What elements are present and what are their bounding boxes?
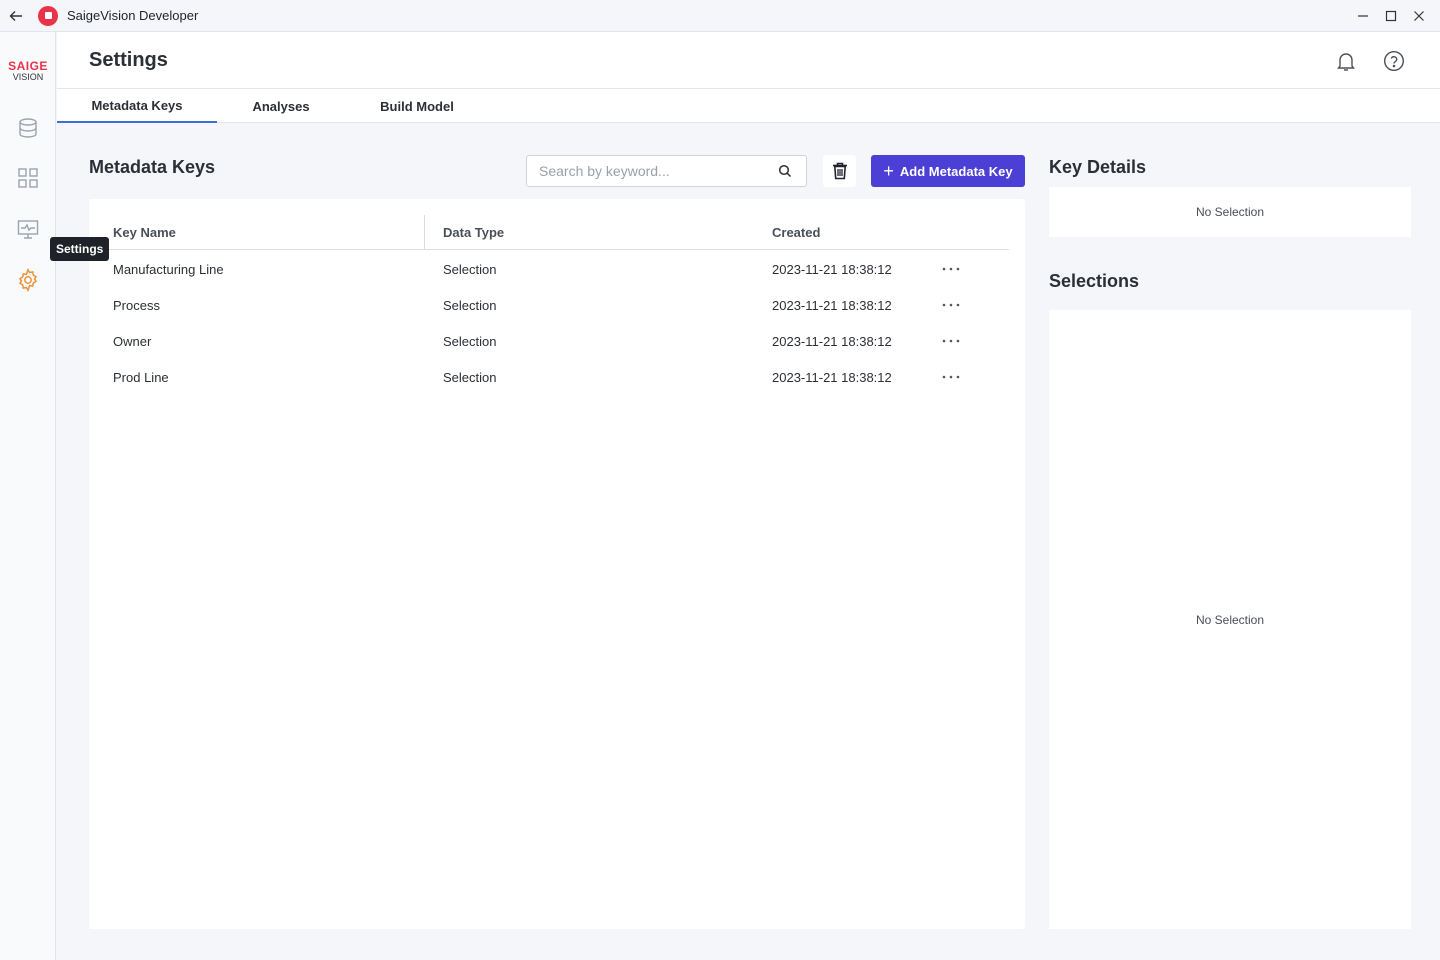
grid-icon[interactable] [14,164,42,192]
minimize-icon[interactable] [1349,0,1377,32]
key-details-empty-text: No Selection [1195,205,1265,219]
trash-icon [832,162,847,180]
cell-created: 2023-11-21 18:38:12 [772,297,892,313]
search-input[interactable] [539,157,769,185]
column-header-created[interactable]: Created [772,215,820,250]
cell-created: 2023-11-21 18:38:12 [772,333,892,349]
add-metadata-key-button[interactable]: + Add Metadata Key [871,155,1025,187]
help-icon[interactable] [1381,48,1407,74]
cell-data-type: Selection [443,369,497,385]
logo-sub: VISION [12,72,44,82]
cell-key-name: Process [113,297,160,313]
table-row[interactable]: Manufacturing Line Selection 2023-11-21 … [105,251,1009,287]
more-options-icon[interactable] [939,369,963,385]
tab-build-model[interactable]: Build Model [362,89,472,123]
cell-key-name: Manufacturing Line [113,261,224,277]
column-divider [424,215,425,250]
cell-data-type: Selection [443,261,497,277]
gear-icon[interactable] [14,266,42,294]
table-row[interactable]: Prod Line Selection 2023-11-21 18:38:12 [105,359,1009,395]
logo-main: SAIGE [8,59,48,73]
more-options-icon[interactable] [939,297,963,313]
cell-data-type: Selection [443,297,497,313]
window-controls [1349,0,1440,32]
key-details-title: Key Details [1049,157,1147,177]
cell-key-name: Prod Line [113,369,169,385]
cell-key-name: Owner [113,333,152,349]
app-icon [38,5,58,26]
plus-icon: + [883,161,894,181]
window-title: SaigeVision Developer [67,8,199,23]
column-header-data-type[interactable]: Data Type [443,215,504,250]
logo: SAIGE VISION [0,60,56,82]
cell-data-type: Selection [443,333,497,349]
search-box [526,155,807,187]
add-metadata-key-label: Add Metadata Key [899,163,1013,179]
table-row[interactable]: Process Selection 2023-11-21 18:38:12 [105,287,1009,323]
close-icon[interactable] [1405,0,1433,32]
column-header-key-name[interactable]: Key Name [113,215,176,250]
selections-empty-text: No Selection [1195,612,1265,627]
search-icon[interactable] [778,164,792,178]
back-arrow-icon[interactable] [0,0,32,32]
tab-analyses[interactable]: Analyses [225,89,337,123]
cell-created: 2023-11-21 18:38:12 [772,261,892,277]
metadata-keys-title: Metadata Keys [89,157,216,177]
more-options-icon[interactable] [939,261,963,277]
settings-tooltip: Settings [50,237,110,261]
tab-bar: Metadata Keys Analyses Build Model [57,89,1440,123]
tab-metadata-keys[interactable]: Metadata Keys [57,89,217,123]
page-title: Settings [89,49,168,71]
maximize-icon[interactable] [1377,0,1405,32]
table-header: Key Name Data Type Created [105,215,1009,250]
sidebar: SAIGE VISION [0,32,56,960]
selections-panel: No Selection [1049,310,1411,929]
key-details-panel: No Selection [1049,187,1411,237]
monitor-icon[interactable] [14,215,42,243]
delete-button[interactable] [823,155,856,187]
database-icon[interactable] [14,114,42,142]
bell-icon[interactable] [1333,48,1359,74]
selections-title: Selections [1049,271,1140,291]
more-options-icon[interactable] [939,333,963,349]
cell-created: 2023-11-21 18:38:12 [772,369,892,385]
page-header: Settings [57,32,1440,89]
title-bar: SaigeVision Developer [0,0,1440,32]
metadata-table: Key Name Data Type Created Manufacturing… [89,199,1025,929]
table-row[interactable]: Owner Selection 2023-11-21 18:38:12 [105,323,1009,359]
